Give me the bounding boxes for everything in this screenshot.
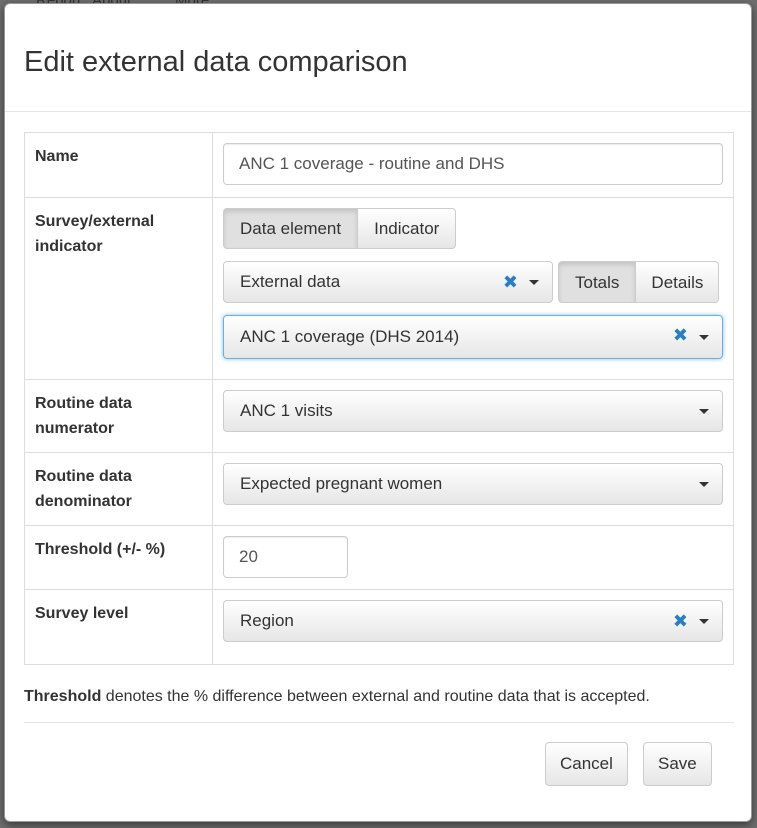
caret-down-icon bbox=[529, 280, 539, 285]
survey-label: Survey/external indicator bbox=[24, 197, 213, 380]
threshold-help-text: Threshold denotes the % difference betwe… bbox=[24, 688, 650, 706]
data-element-button[interactable]: Data element bbox=[223, 208, 359, 249]
survey-row: Survey/external indicator Data element I… bbox=[24, 197, 734, 380]
numerator-value: ANC 1 visits bbox=[240, 401, 333, 420]
numerator-row: Routine data numerator ANC 1 visits bbox=[24, 379, 734, 453]
clear-icon[interactable]: ✖ bbox=[503, 262, 518, 302]
data-source-select[interactable]: External data ✖ bbox=[223, 261, 553, 303]
survey-level-value: Region bbox=[240, 611, 294, 630]
denominator-row: Routine data denominator Expected pregna… bbox=[24, 452, 734, 526]
numerator-select[interactable]: ANC 1 visits bbox=[223, 390, 723, 432]
data-source-value: External data bbox=[240, 272, 341, 291]
modal-header: Edit external data comparison bbox=[5, 4, 751, 112]
threshold-input[interactable]: 20 bbox=[223, 536, 348, 578]
totals-button[interactable]: Totals bbox=[558, 261, 637, 303]
name-input[interactable]: ANC 1 coverage - routine and DHS bbox=[223, 143, 723, 185]
clear-icon[interactable]: ✖ bbox=[673, 316, 688, 354]
survey-level-label: Survey level bbox=[24, 589, 213, 665]
indicator-button[interactable]: Indicator bbox=[357, 208, 457, 249]
cancel-button[interactable]: Cancel bbox=[545, 742, 628, 786]
indicator-type-toggle: Data element Indicator bbox=[223, 208, 723, 249]
external-indicator-select[interactable]: ANC 1 coverage (DHS 2014) ✖ bbox=[223, 315, 723, 359]
denominator-value: Expected pregnant women bbox=[240, 474, 443, 493]
denominator-label: Routine data denominator bbox=[24, 452, 213, 526]
name-row: Name ANC 1 coverage - routine and DHS bbox=[24, 132, 734, 198]
footer-divider bbox=[24, 722, 734, 723]
modal-title: Edit external data comparison bbox=[24, 46, 408, 78]
help-text: denotes the % difference between externa… bbox=[101, 688, 650, 705]
edit-comparison-dialog: Edit external data comparison Name ANC 1… bbox=[4, 3, 752, 822]
save-button[interactable]: Save bbox=[643, 742, 712, 786]
survey-level-row: Survey level Region ✖ bbox=[24, 589, 734, 665]
survey-level-select[interactable]: Region ✖ bbox=[223, 600, 723, 642]
caret-down-icon bbox=[699, 619, 709, 624]
denominator-select[interactable]: Expected pregnant women bbox=[223, 463, 723, 505]
details-button[interactable]: Details bbox=[635, 261, 720, 303]
caret-down-icon bbox=[699, 409, 709, 414]
help-bold: Threshold bbox=[24, 688, 102, 705]
name-label: Name bbox=[24, 132, 213, 198]
numerator-label: Routine data numerator bbox=[24, 379, 213, 453]
threshold-row: Threshold (+/- %) 20 bbox=[24, 525, 734, 590]
caret-down-icon bbox=[699, 482, 709, 487]
threshold-label: Threshold (+/- %) bbox=[24, 525, 213, 590]
external-indicator-value: ANC 1 coverage (DHS 2014) bbox=[240, 327, 460, 346]
caret-down-icon bbox=[699, 335, 709, 340]
form-table: Name ANC 1 coverage - routine and DHS Su… bbox=[24, 132, 734, 665]
clear-icon[interactable]: ✖ bbox=[673, 601, 688, 641]
totals-details-toggle: Totals Details bbox=[558, 261, 720, 303]
